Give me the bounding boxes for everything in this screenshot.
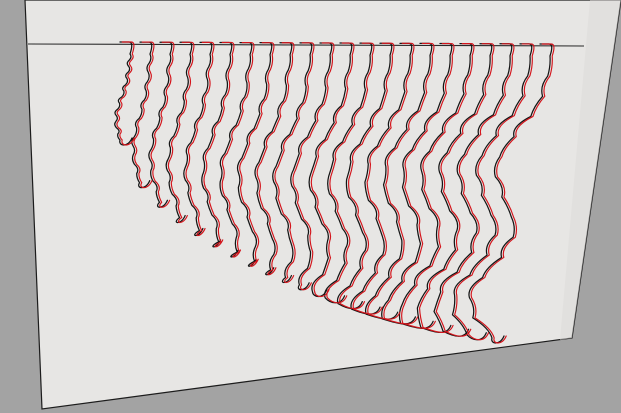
backdrop-plate — [24, 0, 621, 410]
3d-viewport[interactable] — [0, 0, 621, 413]
profile-render-canvas[interactable] — [0, 0, 621, 413]
